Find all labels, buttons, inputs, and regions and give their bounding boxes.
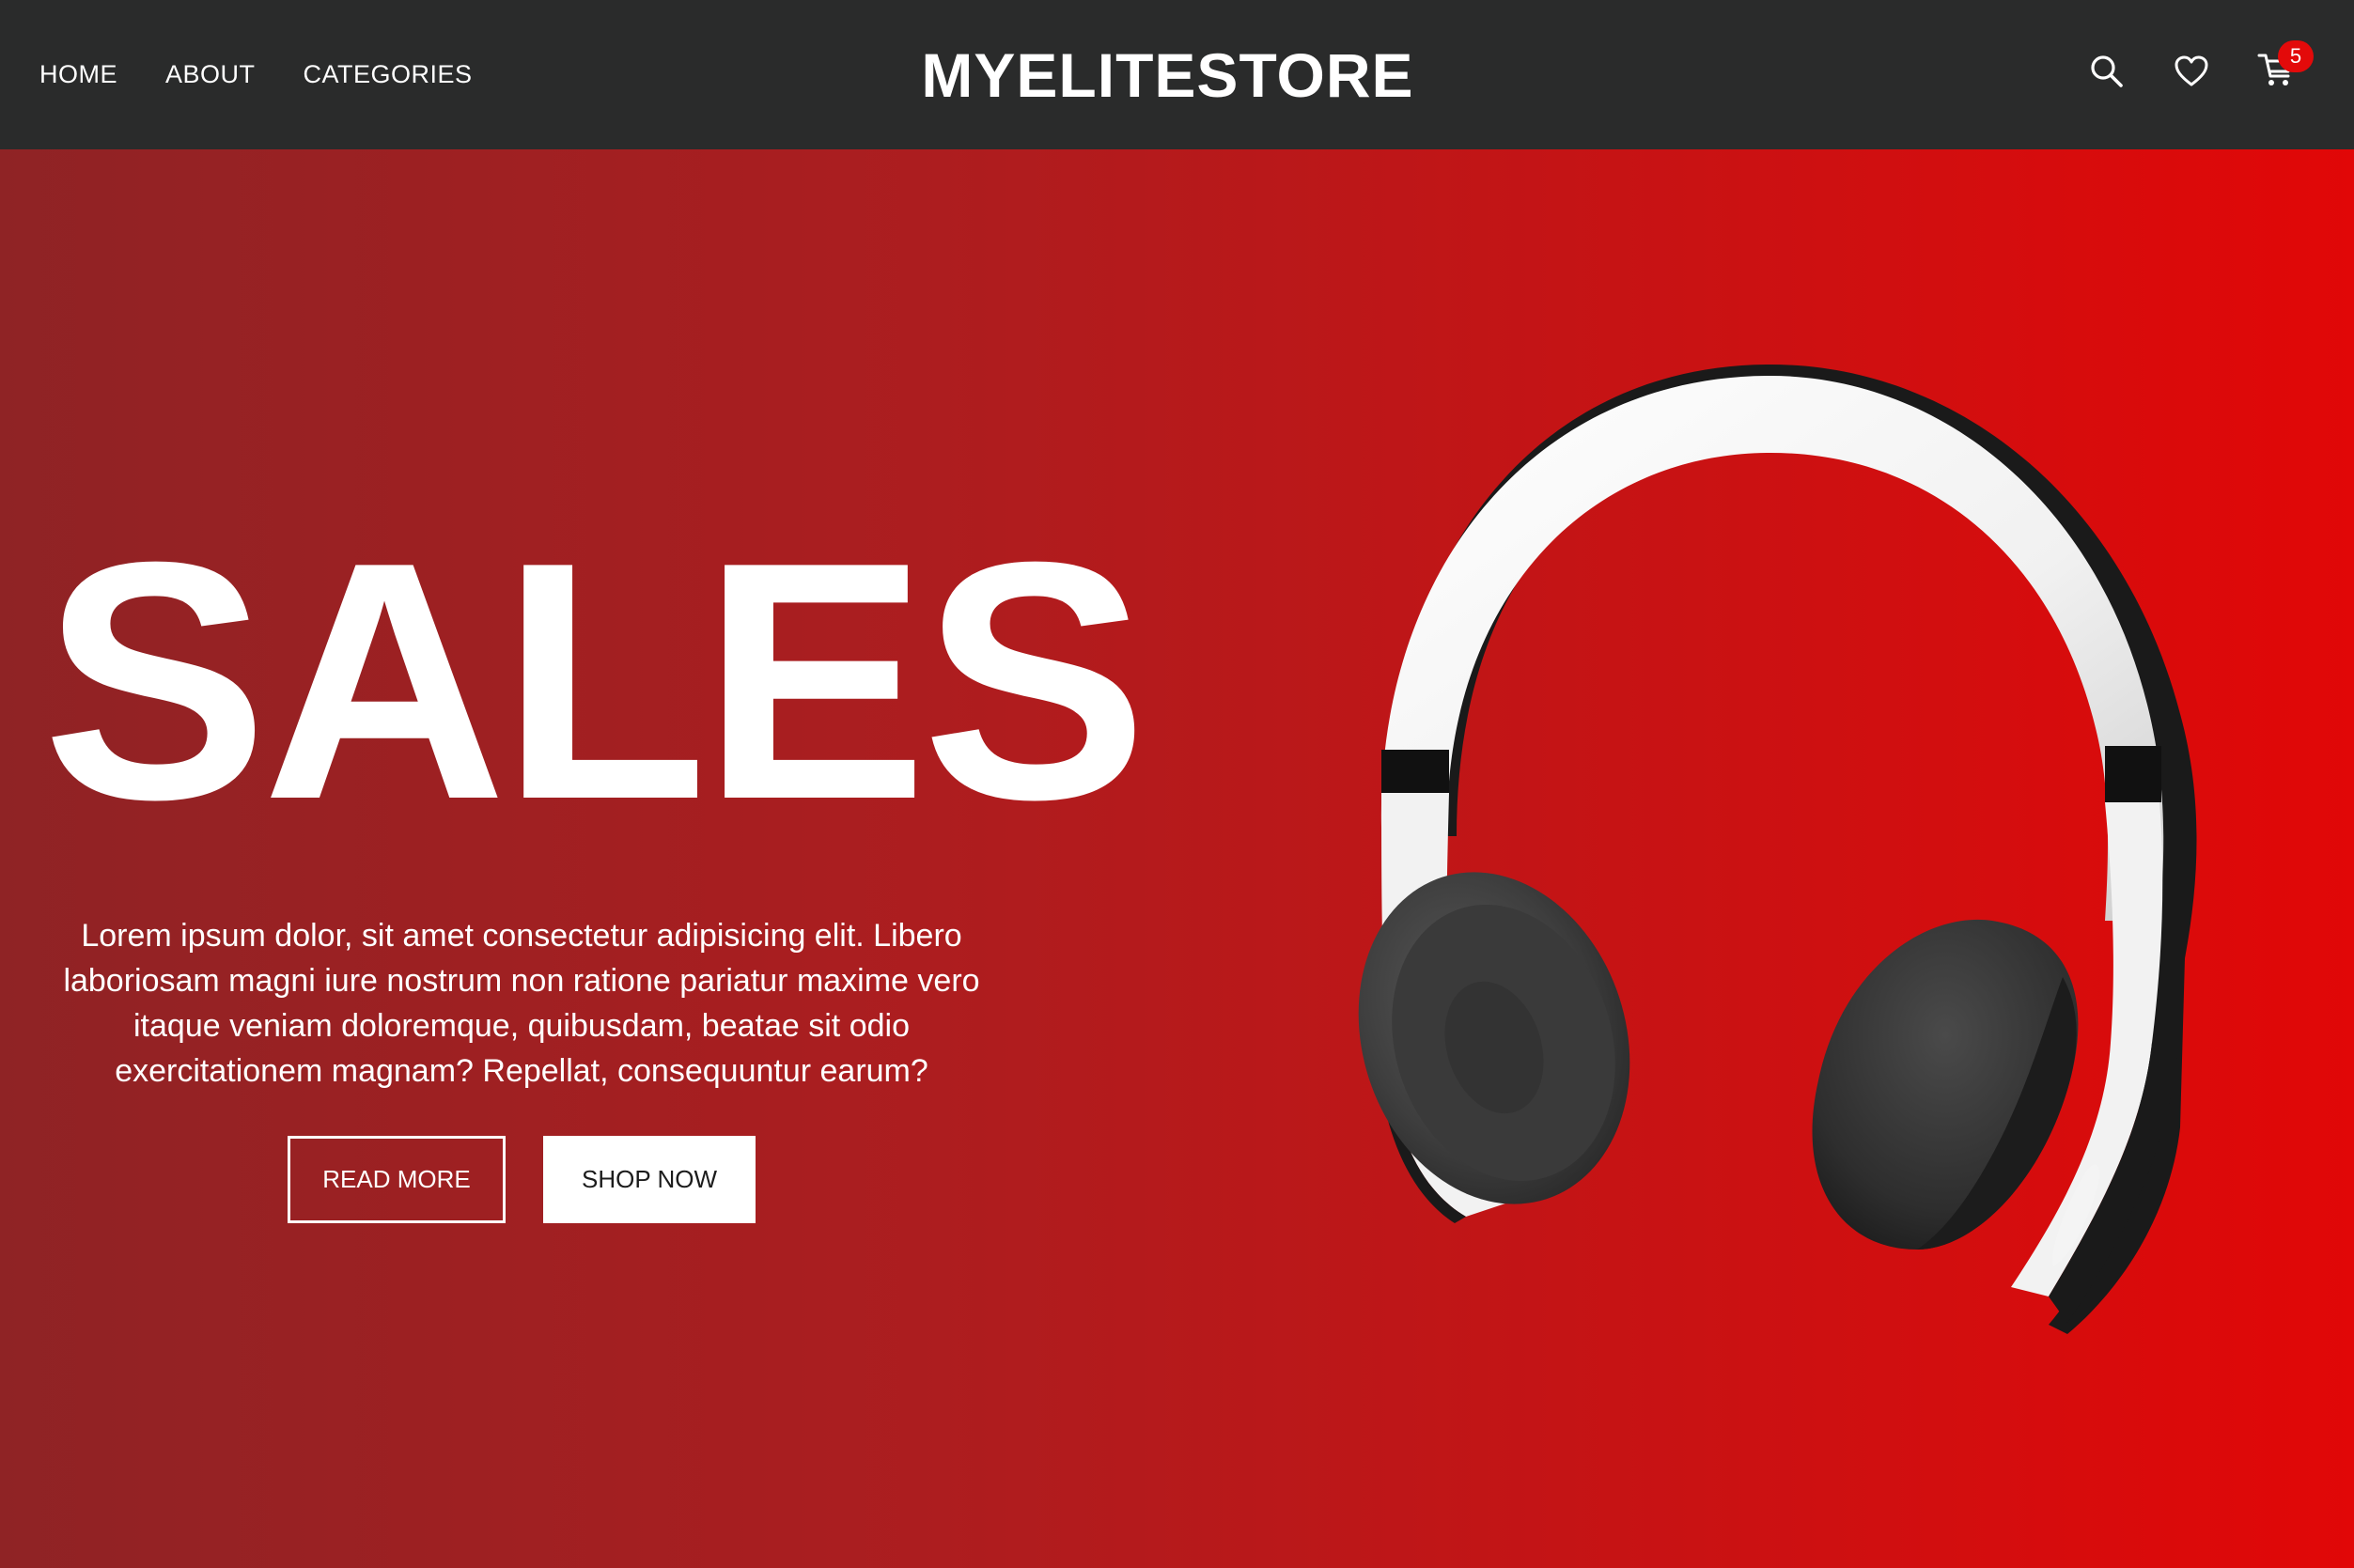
page: HOME ABOUT CATEGORIES MYELITESTORE 5 SAL… [0, 0, 2354, 1568]
heart-icon [2175, 55, 2208, 86]
headphones-image [1358, 364, 2197, 1334]
brand-logo[interactable]: MYELITESTORE [921, 39, 1413, 111]
main-nav: HOME ABOUT CATEGORIES [39, 0, 473, 149]
wishlist-button[interactable] [2173, 53, 2210, 90]
search-button[interactable] [2088, 53, 2126, 90]
nav-home-link[interactable]: HOME [39, 60, 117, 89]
hero-description: Lorem ipsum dolor, sit amet consectetur … [63, 918, 980, 1089]
nav-about-link[interactable]: ABOUT [165, 60, 256, 89]
hero-title: SALES [42, 492, 1147, 870]
site-header: HOME ABOUT CATEGORIES MYELITESTORE 5 [0, 0, 2354, 149]
shop-now-button[interactable]: SHOP NOW [543, 1136, 756, 1223]
cart-count-badge: 5 [2278, 40, 2314, 72]
search-icon [2091, 55, 2123, 87]
read-more-button[interactable]: READ MORE [288, 1136, 506, 1223]
nav-categories-link[interactable]: CATEGORIES [304, 60, 473, 89]
